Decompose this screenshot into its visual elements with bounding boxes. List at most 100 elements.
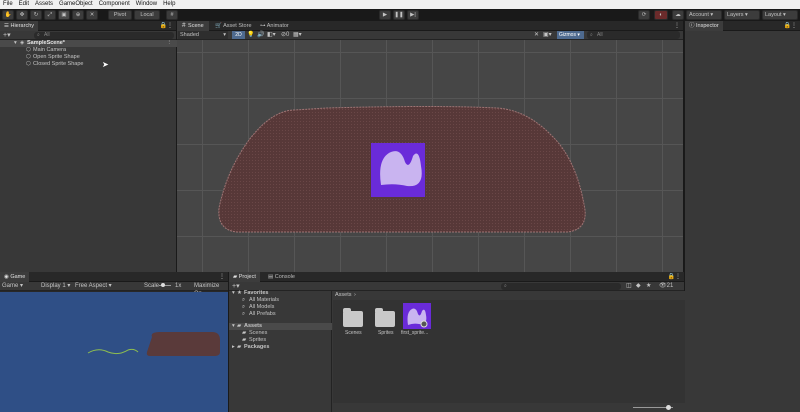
cloud-icon[interactable]: ☁ [672, 10, 684, 20]
scene-name[interactable]: SampleScene* [27, 40, 65, 47]
layers-dropdown[interactable]: Layers ▾ [724, 10, 760, 20]
favorite-all-models[interactable]: All Models [249, 304, 274, 311]
custom-tool-icon[interactable]: ✕ [86, 10, 98, 20]
audio-icon[interactable]: 🔊 [257, 31, 264, 39]
menu-dots-icon[interactable]: ⋮ [791, 22, 797, 29]
shading-dropdown[interactable]: Shaded ▾ [178, 31, 228, 39]
asset-item-sprites[interactable]: Sprites [378, 330, 394, 337]
menu-gameobject[interactable]: GameObject [56, 0, 96, 9]
filter-label-icon[interactable]: ◆ [636, 282, 641, 291]
hidden-packages-icon[interactable]: 👁21 [659, 282, 673, 291]
lighting-icon[interactable]: 💡 [247, 31, 254, 39]
breadcrumb-assets[interactable]: Assets [335, 292, 352, 299]
lock-icon[interactable]: 🔒 [784, 22, 791, 29]
gizmos-dropdown[interactable]: Gizmos ▾ [557, 31, 584, 39]
menu-dots-icon[interactable]: ⋮ [167, 22, 173, 29]
grid-toggle-icon[interactable]: ▦▾ [293, 31, 302, 39]
tab-asset-store[interactable]: 🛒 Asset Store [211, 21, 256, 31]
expand-icon[interactable]: ▾ [232, 290, 235, 297]
tab-console[interactable]: ▤ Console [264, 272, 299, 282]
menu-file[interactable]: File [0, 0, 16, 9]
game-mode-dropdown[interactable]: Game ▾ [2, 282, 23, 290]
rotate-tool-icon[interactable]: ↻ [30, 10, 42, 20]
search-icon: ⌕ [37, 32, 40, 38]
effects-icon[interactable]: ◧▾ [267, 31, 276, 39]
account-dropdown[interactable]: Account ▾ [686, 10, 722, 20]
menu-dots-icon[interactable]: ⋮ [675, 273, 681, 280]
collab-icon[interactable]: ⟳ [638, 10, 650, 20]
asset-item-scenes[interactable]: Scenes [345, 330, 362, 337]
lock-icon[interactable]: 🔒 [160, 22, 167, 29]
scene-search-input[interactable]: ⌕ All [587, 31, 680, 39]
step-button[interactable]: ▶| [407, 10, 419, 20]
transform-tool-icon[interactable]: ⊕ [72, 10, 84, 20]
expand-icon[interactable]: ▾ [232, 323, 235, 330]
services-icon[interactable]: ◐ [654, 10, 668, 20]
hierarchy-item-closed-sprite-shape[interactable]: Closed Sprite Shape [33, 61, 83, 68]
tab-animator[interactable]: ⊶ Animator [256, 21, 293, 31]
scene-canvas[interactable] [177, 40, 683, 272]
asset-item-first-sprite[interactable]: first_sprite... [401, 330, 428, 337]
tab-game[interactable]: ◉ Game [0, 272, 30, 282]
menu-component[interactable]: Component [96, 0, 133, 9]
play-button[interactable]: ▶ [379, 10, 391, 20]
favorite-all-materials[interactable]: All Materials [249, 297, 279, 304]
favorites-label[interactable]: Favorites [244, 290, 268, 297]
hierarchy-tab-label: Hierarchy [10, 23, 35, 29]
folder-icon[interactable] [375, 308, 395, 327]
move-tool-icon[interactable]: ✥ [16, 10, 28, 20]
layout-dropdown[interactable]: Layout ▾ [762, 10, 798, 20]
tab-scene[interactable]: ＃ Scene [177, 21, 209, 31]
assets-folder-label[interactable]: Assets [244, 323, 262, 330]
folder-icon: ▰ [237, 344, 242, 350]
icon-size-slider-handle[interactable] [666, 405, 671, 410]
hidden-objects-icon[interactable]: ⊘0 [281, 31, 289, 39]
add-icon[interactable]: +▾ [3, 31, 11, 40]
hierarchy-search-input[interactable]: ⌕ All [34, 32, 174, 39]
favorite-all-prefabs[interactable]: All Prefabs [249, 311, 276, 318]
rect-tool-icon[interactable]: ▣ [58, 10, 70, 20]
scale-slider-handle[interactable] [161, 283, 165, 287]
folder-icon: ▰ [237, 323, 242, 329]
scene-expand-icon[interactable]: ▾ [14, 40, 17, 47]
2d-toggle[interactable]: 2D [232, 31, 245, 39]
filter-type-icon[interactable]: ◫ [626, 282, 632, 291]
expand-icon[interactable]: ▸ [232, 344, 235, 351]
scale-tool-icon[interactable]: ⤢ [44, 10, 56, 20]
animator-tab-label: Animator [266, 23, 289, 29]
folder-scenes[interactable]: Scenes [249, 330, 267, 337]
menu-edit[interactable]: Edit [16, 0, 32, 9]
grid-snap-icon[interactable]: # [166, 10, 178, 20]
game-viewport[interactable] [0, 292, 228, 412]
tab-inspector[interactable]: ⓘ Inspector [685, 21, 723, 31]
inspector-tabbar: ⓘ Inspector 🔒 ⋮ [685, 21, 800, 31]
aspect-dropdown[interactable]: Free Aspect ▾ [75, 282, 112, 290]
search-icon: ⌕ [242, 297, 246, 303]
tab-project[interactable]: ▰ Project [229, 272, 260, 282]
folder-sprites[interactable]: Sprites [249, 337, 266, 344]
menu-dots-icon[interactable]: ⋮ [219, 273, 225, 280]
menu-bar: File Edit Assets GameObject Component Wi… [0, 0, 800, 9]
project-search-input[interactable]: ⌕ [501, 283, 621, 290]
hierarchy-item-main-camera[interactable]: Main Camera [33, 47, 66, 54]
menu-window[interactable]: Window [133, 0, 160, 9]
display-dropdown[interactable]: Display 1 ▾ [41, 282, 70, 290]
menu-assets[interactable]: Assets [32, 0, 56, 9]
pause-button[interactable]: ❚❚ [393, 10, 405, 20]
sprite-thumbnail[interactable] [403, 303, 431, 329]
packages-folder-label[interactable]: Packages [244, 344, 269, 351]
scene-menu-icon[interactable]: ⋮ [167, 40, 173, 47]
scale-slider[interactable] [159, 283, 171, 288]
tab-hierarchy[interactable]: ☰ Hierarchy [0, 21, 39, 31]
menu-dots-icon[interactable]: ⋮ [674, 22, 680, 29]
lock-icon[interactable]: 🔒 [668, 273, 675, 280]
folder-icon[interactable] [343, 308, 363, 327]
camera-icon[interactable]: ▣▾ [543, 31, 552, 39]
local-toggle[interactable]: Local [134, 10, 160, 20]
pivot-toggle[interactable]: Pivot [108, 10, 132, 20]
hierarchy-item-open-sprite-shape[interactable]: Open Sprite Shape [33, 54, 80, 61]
menu-help[interactable]: Help [160, 0, 178, 9]
hand-tool-icon[interactable]: ✋ [2, 10, 14, 20]
favorite-icon[interactable]: ★ [646, 282, 651, 291]
tools-icon[interactable]: ✕ [534, 31, 539, 39]
